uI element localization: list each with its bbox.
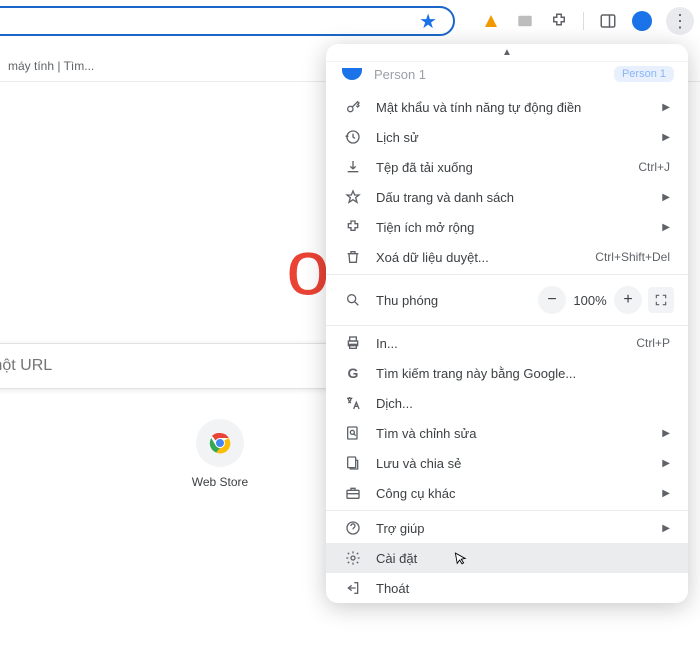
puzzle-icon: [344, 219, 362, 235]
menu-separator: [326, 325, 688, 326]
menu-separator: [326, 274, 688, 275]
alert-icon[interactable]: [481, 11, 501, 31]
help-icon: [344, 520, 362, 536]
zoom-value: 100%: [572, 293, 608, 308]
chevron-right-icon: ▶: [662, 488, 670, 499]
menu-more-tools[interactable]: Công cụ khác ▶: [326, 478, 688, 508]
menu-passwords[interactable]: Mật khẩu và tính năng tự động điền ▶: [326, 92, 688, 122]
menu-find[interactable]: Tìm và chỉnh sửa ▶: [326, 418, 688, 448]
extensions-icon[interactable]: [549, 11, 569, 31]
find-icon: [344, 425, 362, 441]
chevron-right-icon: ▶: [662, 428, 670, 439]
google-g-icon: G: [344, 365, 362, 381]
chevron-right-icon: ▶: [662, 132, 670, 143]
chevron-right-icon: ▶: [662, 102, 670, 113]
menu-help[interactable]: Trợ giúp ▶: [326, 513, 688, 543]
profile-name: Person 1: [374, 67, 602, 82]
tab-title: máy tính | Tìm...: [8, 59, 94, 73]
chevron-right-icon: ▶: [662, 458, 670, 469]
profile-avatar-icon: [342, 68, 362, 80]
translate-icon: [344, 395, 362, 411]
chevron-right-icon: ▶: [662, 222, 670, 233]
menu-translate[interactable]: Dịch...: [326, 388, 688, 418]
chevron-right-icon: ▶: [662, 523, 670, 534]
gear-icon: [344, 550, 362, 566]
media-icon[interactable]: [515, 11, 535, 31]
menu-clear-data[interactable]: Xoá dữ liệu duyệt... Ctrl+Shift+Del: [326, 242, 688, 272]
print-icon: [344, 335, 362, 351]
menu-exit[interactable]: Thoát: [326, 573, 688, 603]
star-outline-icon: [344, 189, 362, 205]
chrome-icon: [196, 419, 244, 467]
profile-avatar-icon[interactable]: [632, 11, 652, 31]
profile-badge: Person 1: [614, 66, 674, 82]
menu-settings[interactable]: Cài đặt: [326, 543, 688, 573]
exit-icon: [344, 580, 362, 596]
key-icon: [344, 99, 362, 115]
menu-share[interactable]: Lưu và chia sẻ ▶: [326, 448, 688, 478]
side-panel-icon[interactable]: [598, 11, 618, 31]
zoom-out-button[interactable]: −: [538, 286, 566, 314]
menu-downloads[interactable]: Tệp đã tải xuống Ctrl+J: [326, 152, 688, 182]
shortcut-webstore[interactable]: Web Store: [170, 419, 270, 489]
menu-scroll-up[interactable]: ▲: [326, 44, 688, 62]
toolbar-divider: [583, 12, 584, 30]
omnibox[interactable]: ★: [0, 6, 455, 36]
fullscreen-button[interactable]: [648, 287, 674, 313]
menu-bookmarks[interactable]: Dấu trang và danh sách ▶: [326, 182, 688, 212]
menu-profile-row[interactable]: Person 1 Person 1: [326, 62, 688, 92]
menu-extensions[interactable]: Tiện ích mở rộng ▶: [326, 212, 688, 242]
download-icon: [344, 159, 362, 175]
shortcut-label: Web Store: [192, 475, 248, 489]
bookmark-star-icon[interactable]: ★: [419, 9, 437, 34]
share-icon: [344, 455, 362, 471]
menu-separator: [326, 510, 688, 511]
briefcase-icon: [344, 485, 362, 501]
menu-history[interactable]: Lịch sử ▶: [326, 122, 688, 152]
zoom-icon: [344, 292, 362, 308]
history-icon: [344, 129, 362, 145]
zoom-in-button[interactable]: +: [614, 286, 642, 314]
more-menu-button[interactable]: ⋮: [666, 7, 694, 35]
trash-icon: [344, 249, 362, 265]
menu-search-google[interactable]: G Tìm kiếm trang này bằng Google...: [326, 358, 688, 388]
chevron-right-icon: ▶: [662, 192, 670, 203]
chrome-main-menu: ▲ Person 1 Person 1 Mật khẩu và tính năn…: [326, 44, 688, 603]
menu-print[interactable]: In... Ctrl+P: [326, 328, 688, 358]
toolbar-icon-group: ⋮: [481, 7, 694, 35]
menu-zoom: Thu phóng − 100% +: [326, 277, 688, 323]
browser-toolbar: ★ ⋮: [0, 0, 700, 42]
